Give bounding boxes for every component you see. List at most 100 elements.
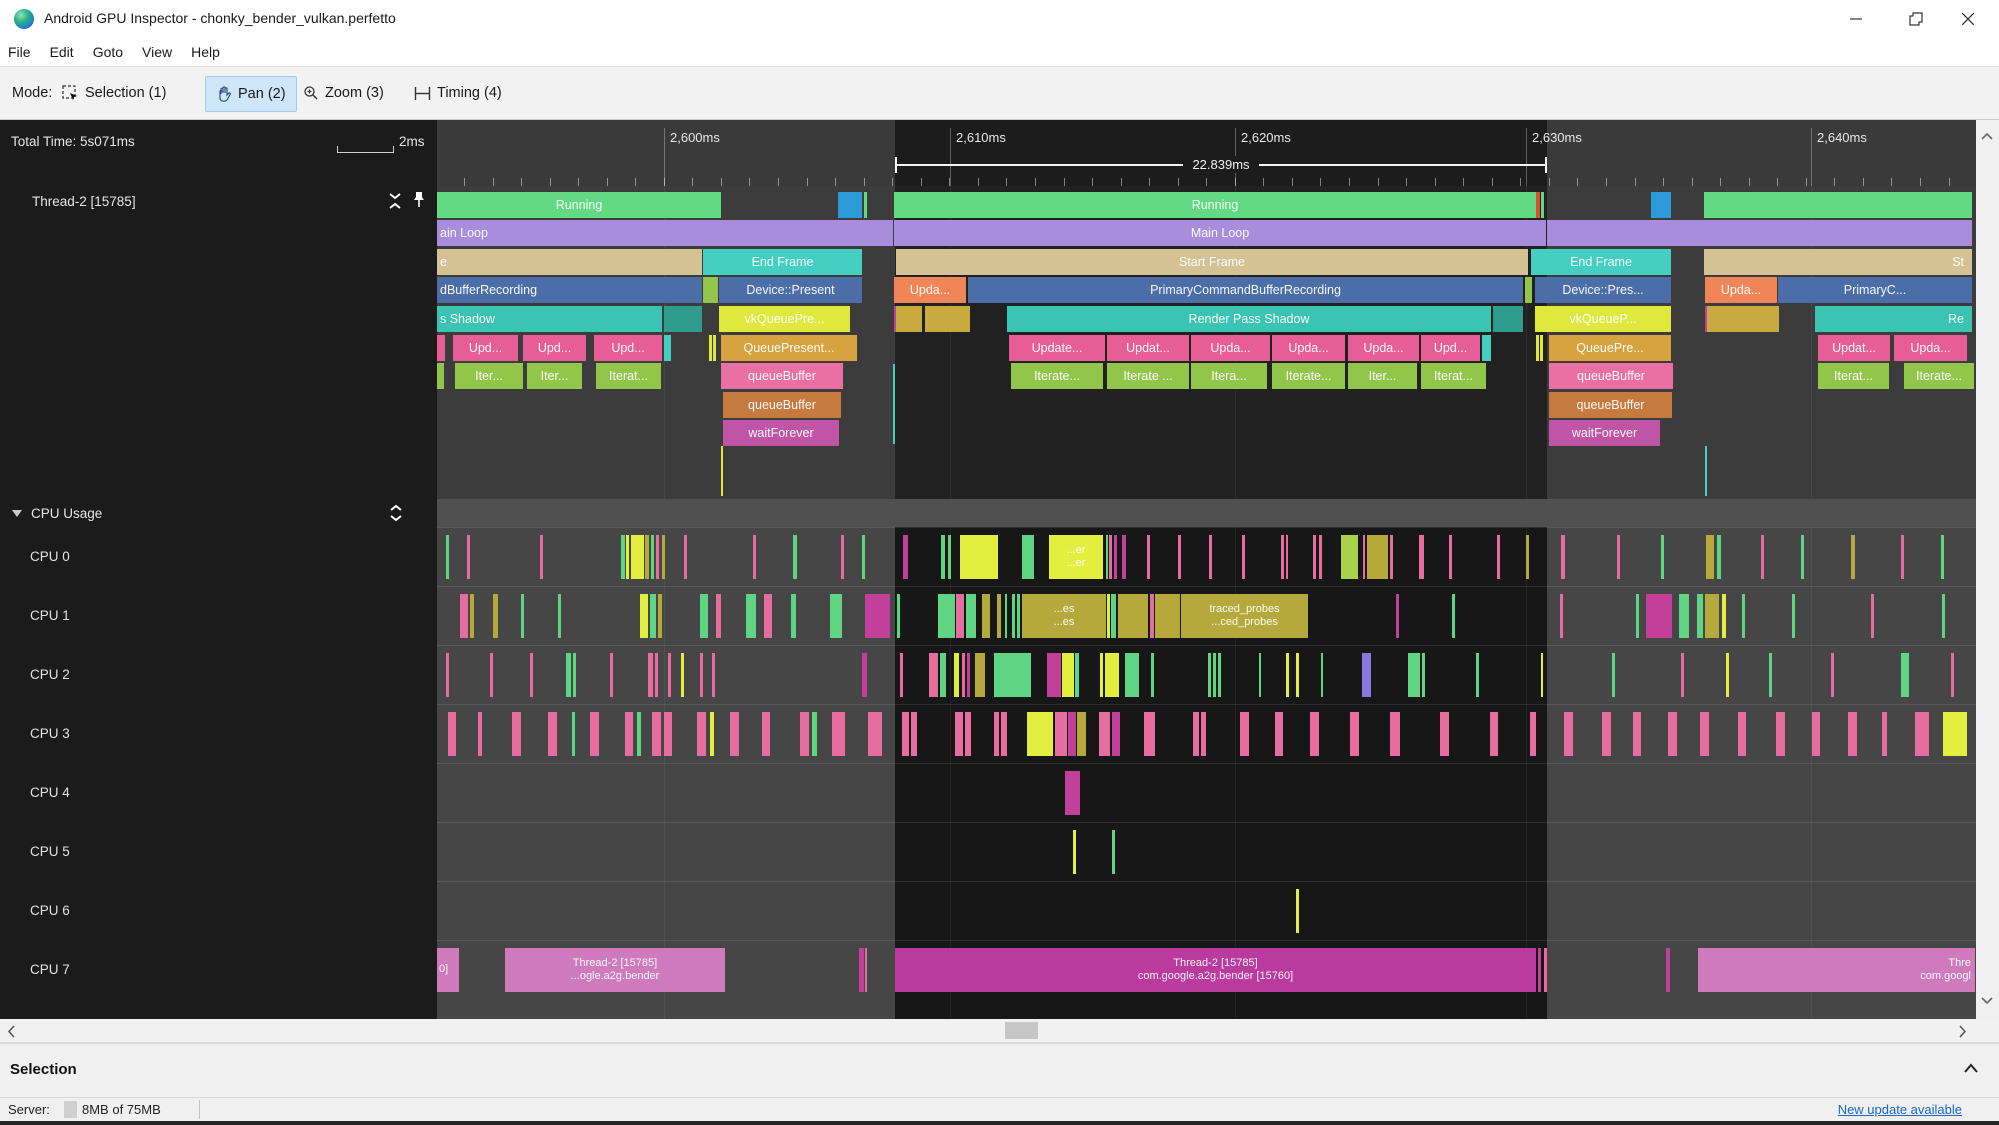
cpu-slice[interactable]	[1560, 594, 1563, 638]
cpu-slice[interactable]: Thread-2 [15785] ...ogle.a2g.bender	[505, 948, 725, 992]
trace-span[interactable]: QueuePresent...	[721, 335, 857, 361]
cpu-slice[interactable]	[1275, 712, 1283, 756]
menu-edit[interactable]: Edit	[50, 44, 74, 60]
trace-span[interactable]: Update...	[1009, 335, 1105, 361]
scroll-up-icon[interactable]	[1980, 128, 1994, 146]
cpu-slice[interactable]	[1561, 535, 1565, 579]
cpu-slice[interactable]	[640, 594, 648, 638]
cpu-slice[interactable]	[1178, 535, 1181, 579]
trace-span[interactable]: Iterat...	[1421, 363, 1486, 389]
cpu-slice[interactable]	[700, 594, 708, 638]
trace-span[interactable]: Device::Present	[719, 277, 862, 303]
trace-span[interactable]: s Shadow	[437, 306, 662, 332]
cpu-slice[interactable]	[1812, 712, 1820, 756]
cpu-slice[interactable]	[938, 594, 955, 638]
trace-span[interactable]: Updat...	[1107, 335, 1189, 361]
collapse-triangle-icon[interactable]	[12, 509, 22, 517]
cpu-slice[interactable]	[1114, 535, 1117, 579]
cpu-slice[interactable]	[1452, 594, 1455, 638]
cpu-slice[interactable]	[1296, 653, 1299, 697]
trace-span[interactable]: Main Loop	[894, 220, 1546, 246]
cpu-slice[interactable]	[512, 712, 521, 756]
cpu-slice[interactable]	[1668, 712, 1677, 756]
panel-collapse-icon[interactable]	[1963, 1061, 1979, 1079]
cpu-slice[interactable]	[764, 594, 772, 638]
trace-span[interactable]	[1482, 335, 1491, 361]
menu-help[interactable]: Help	[191, 44, 220, 60]
trace-span[interactable]: Render Pass Shadow	[1007, 306, 1491, 332]
menu-file[interactable]: File	[8, 44, 31, 60]
cpu-slice[interactable]	[1636, 594, 1639, 638]
cpu-slice[interactable]	[1490, 712, 1498, 756]
cpu-slice[interactable]	[1408, 653, 1420, 697]
trace-span[interactable]	[1493, 306, 1523, 332]
trace-span[interactable]: Start Frame	[896, 249, 1528, 275]
cpu-slice[interactable]	[645, 535, 649, 579]
cpu-slice[interactable]	[1112, 830, 1115, 874]
cpu-slice[interactable]: Thread-2 [15785] com.google.a2g.bender [1…	[895, 948, 1536, 992]
cpu-slice[interactable]	[862, 653, 867, 697]
close-button[interactable]	[1945, 0, 1991, 38]
scroll-left-icon[interactable]	[2, 1022, 20, 1040]
cpu-slice[interactable]	[1281, 535, 1284, 579]
cpu-slice[interactable]	[868, 712, 882, 756]
cpu-slice[interactable]	[1321, 653, 1323, 697]
trace-span[interactable]	[1536, 335, 1539, 361]
cpu-slice[interactable]	[1564, 712, 1573, 756]
cpu-slice[interactable]	[1055, 712, 1067, 756]
cpu-slice[interactable]	[1005, 594, 1007, 638]
cpu-slice[interactable]	[791, 594, 796, 638]
trace-span[interactable]	[664, 335, 671, 361]
cpu-slice[interactable]	[911, 712, 917, 756]
trace-span[interactable]: Upd...	[1421, 335, 1480, 361]
cpu-slice[interactable]	[1111, 594, 1116, 638]
cpu-slice[interactable]	[1062, 653, 1074, 697]
cpu-slice[interactable]	[652, 712, 661, 756]
cpu-slice[interactable]	[1390, 712, 1400, 756]
cpu-slice[interactable]	[1073, 830, 1076, 874]
cpu-slice[interactable]	[1075, 653, 1079, 697]
cpu-slice[interactable]	[573, 653, 576, 697]
cpu-slice[interactable]	[1012, 594, 1015, 638]
cpu-slice[interactable]	[446, 653, 449, 697]
cpu-slice[interactable]	[1901, 653, 1909, 697]
cpu-slice[interactable]	[902, 712, 909, 756]
trace-span[interactable]: St	[1704, 249, 1972, 275]
cpu-slice[interactable]	[1440, 712, 1449, 756]
cpu-usage-header[interactable]: CPU Usage	[0, 499, 437, 527]
cpu-slice[interactable]	[1679, 594, 1689, 638]
trace-span[interactable]	[1651, 192, 1671, 218]
cpu-slice[interactable]	[1449, 535, 1452, 579]
scrollbar-thumb[interactable]	[1005, 1022, 1038, 1039]
cpu-slice[interactable]	[865, 948, 867, 992]
cpu-slice[interactable]	[1646, 594, 1672, 638]
trace-span[interactable]	[437, 335, 445, 361]
cpu-slice[interactable]	[1761, 535, 1764, 579]
cpu-slice[interactable]	[637, 712, 641, 756]
trace-span[interactable]: waitForever	[723, 420, 839, 446]
cpu-slice[interactable]	[1497, 535, 1500, 579]
trace-span[interactable]	[864, 192, 867, 218]
trace-span[interactable]: Iter...	[527, 363, 582, 389]
cpu-slice[interactable]: 0]	[437, 948, 459, 992]
trace-span[interactable]: Iter...	[1348, 363, 1417, 389]
cpu-slice[interactable]	[1208, 653, 1211, 697]
cpu-slice[interactable]	[753, 535, 756, 579]
cpu-slice[interactable]	[832, 712, 845, 756]
cpu-slice[interactable]	[897, 594, 900, 638]
cpu-slice[interactable]	[1068, 712, 1076, 756]
cpu-slice[interactable]	[1047, 653, 1061, 697]
cpu-slice[interactable]	[793, 535, 797, 579]
cpu-slice[interactable]	[566, 653, 571, 697]
cpu-slice[interactable]: ...er ...er	[1049, 535, 1103, 579]
cpu-slice[interactable]	[1077, 712, 1086, 756]
trace-span-sliver[interactable]	[721, 446, 723, 496]
cpu-slice[interactable]	[1151, 653, 1154, 697]
cpu-slice[interactable]	[1209, 535, 1212, 579]
cpu-slice[interactable]	[1286, 535, 1288, 579]
cpu-slice[interactable]	[1242, 535, 1245, 579]
cpu-slice[interactable]	[712, 653, 715, 697]
trace-span[interactable]: Re	[1815, 306, 1972, 332]
cpu-slice[interactable]	[716, 594, 721, 638]
cpu-slice[interactable]	[1118, 594, 1148, 638]
